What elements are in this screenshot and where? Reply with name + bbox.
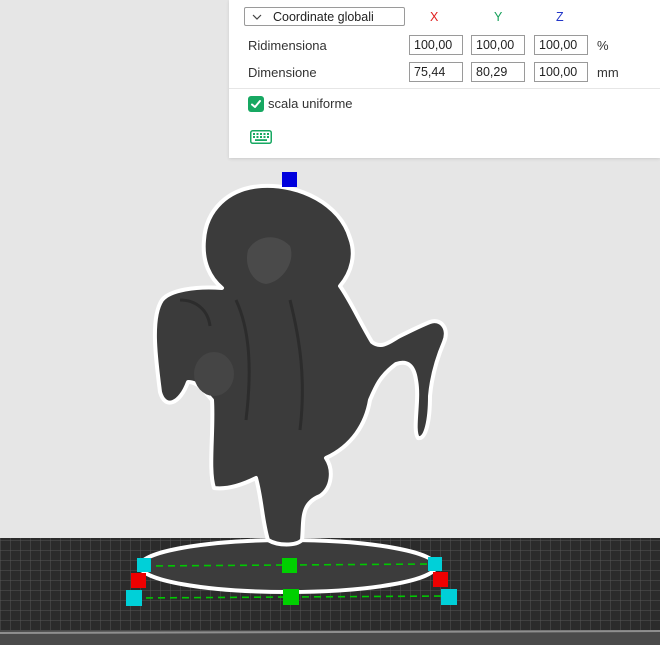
scale-handle-green-front[interactable]: [283, 589, 299, 605]
chevron-down-icon: [252, 14, 262, 20]
keyboard-icon[interactable]: [250, 130, 272, 144]
resize-unit: %: [597, 38, 609, 53]
scale-handle-red-left[interactable]: [131, 573, 146, 588]
figurine-model[interactable]: [138, 183, 448, 594]
scale-handle-cyan-back-left[interactable]: [137, 558, 151, 572]
coordinate-mode-dropdown[interactable]: Coordinate globali: [244, 7, 405, 26]
scale-panel: Coordinate globali X Y Z Ridimensiona % …: [229, 0, 660, 158]
scale-handle-cyan-front-right[interactable]: [441, 589, 457, 605]
scale-handle-top[interactable]: [282, 172, 297, 187]
axis-z-label: Z: [556, 10, 564, 24]
scale-handle-red-right[interactable]: [433, 572, 448, 587]
scale-handle-cyan-front-left[interactable]: [126, 590, 142, 606]
resize-label: Ridimensiona: [248, 38, 327, 53]
resize-y-input[interactable]: [471, 35, 525, 55]
axis-y-label: Y: [494, 10, 503, 24]
coordinate-mode-label: Coordinate globali: [273, 9, 374, 24]
scale-handle-green-back[interactable]: [282, 558, 297, 573]
scale-handle-cyan-back-right[interactable]: [428, 557, 442, 571]
dimension-y-input[interactable]: [471, 62, 525, 82]
resize-z-input[interactable]: [534, 35, 588, 55]
dimension-x-input[interactable]: [409, 62, 463, 82]
dimension-unit: mm: [597, 65, 619, 80]
check-icon: [251, 100, 261, 108]
dimension-z-input[interactable]: [534, 62, 588, 82]
axis-x-label: X: [430, 10, 439, 24]
dimension-label: Dimensione: [248, 65, 317, 80]
resize-x-input[interactable]: [409, 35, 463, 55]
uniform-scale-checkbox[interactable]: [248, 96, 264, 112]
uniform-scale-label: scala uniforme: [268, 96, 353, 111]
divider: [229, 88, 660, 89]
